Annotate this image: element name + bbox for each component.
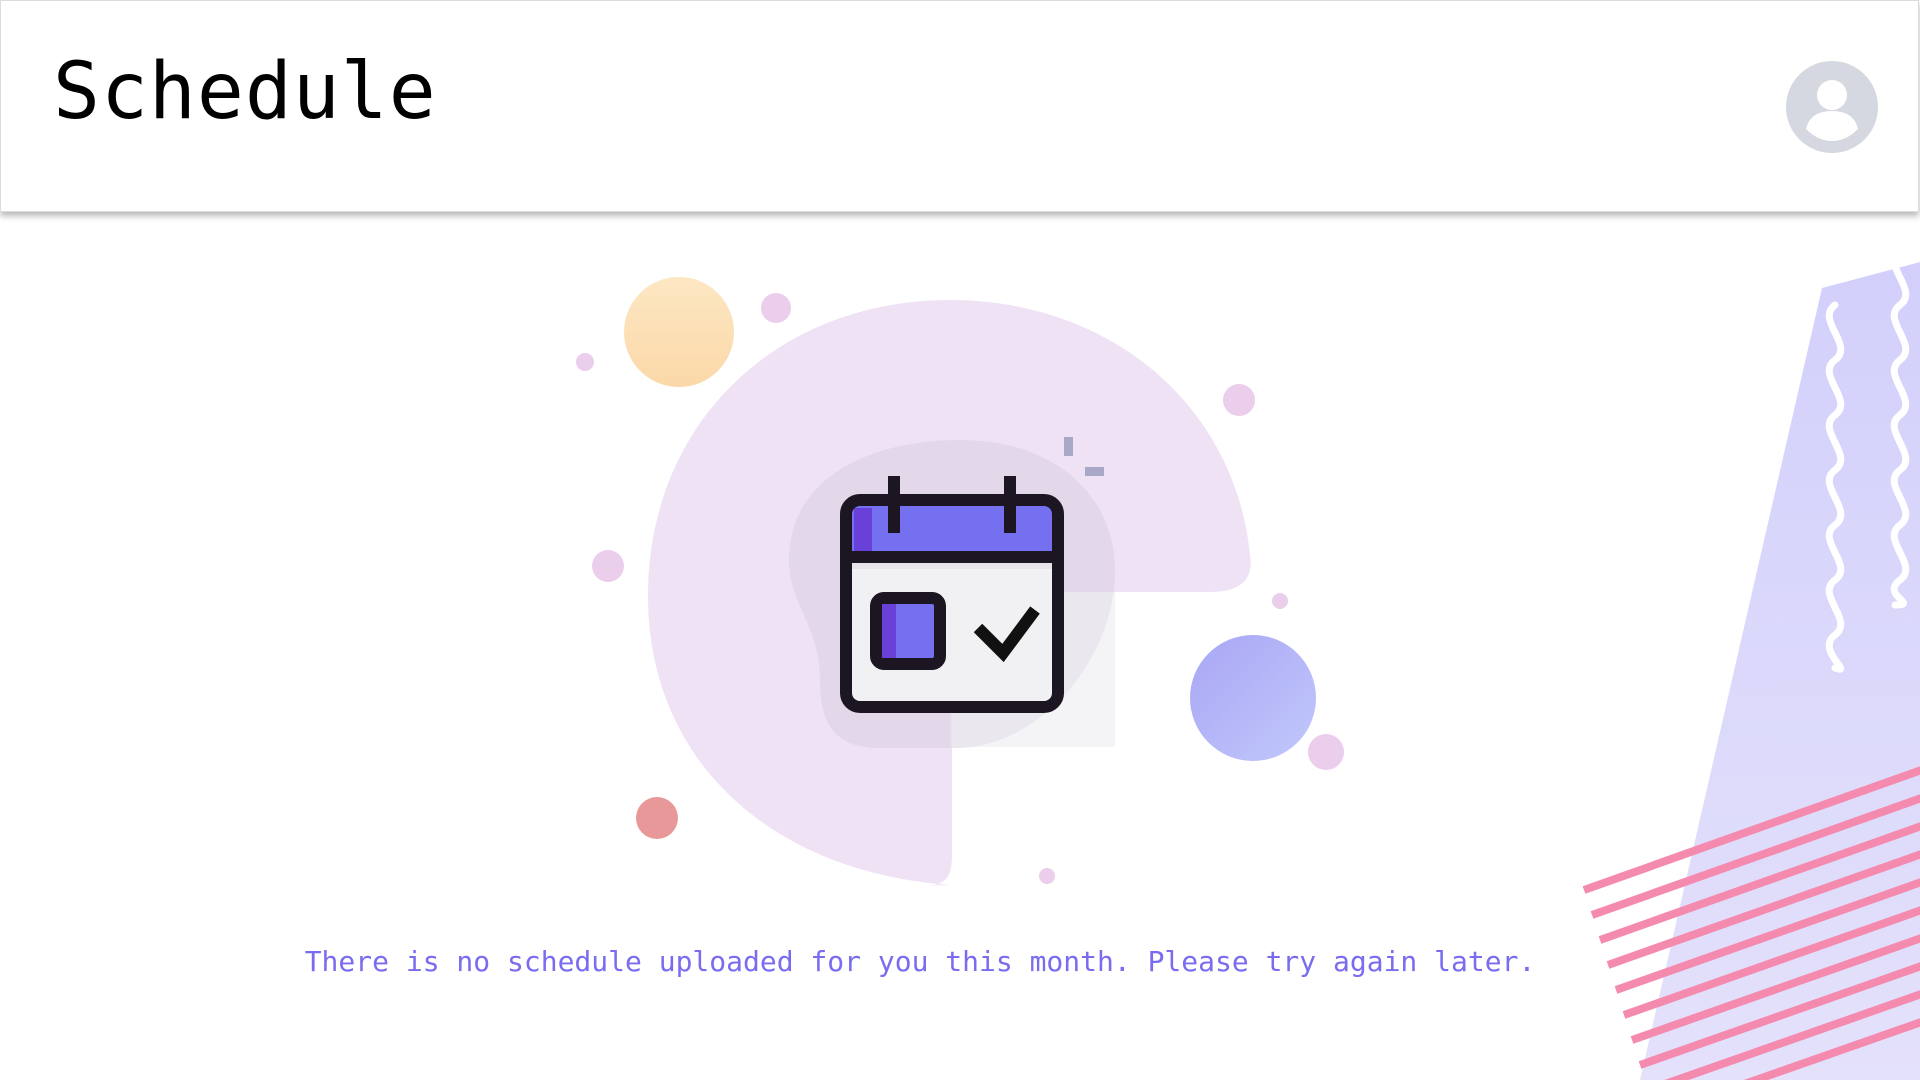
orange-bubble [624, 277, 734, 387]
user-avatar-icon[interactable] [1786, 61, 1878, 153]
blue-bubble [1190, 635, 1316, 761]
empty-state-message: There is no schedule uploaded for you th… [304, 945, 1536, 978]
app-header: Schedule [0, 0, 1919, 212]
calendar-check-icon [840, 476, 1064, 713]
red-dot [636, 797, 678, 839]
page-title: Schedule [53, 47, 437, 137]
